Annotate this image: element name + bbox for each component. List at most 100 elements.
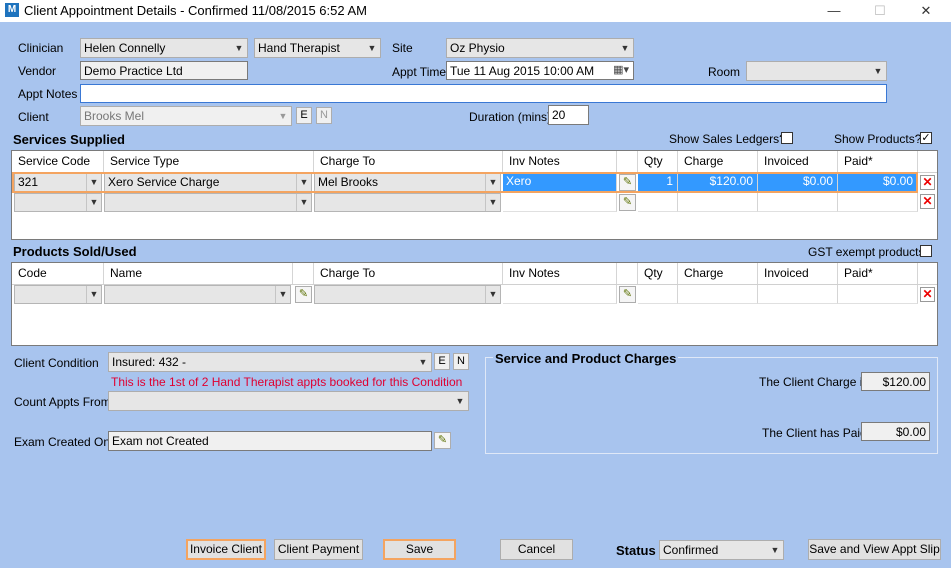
appt-time-value: Tue 11 Aug 2015 10:00 AM xyxy=(450,64,595,78)
clinician-value: Helen Connelly xyxy=(84,41,166,55)
chevron-down-icon: ▼ xyxy=(485,286,500,303)
delete-row-icon[interactable]: ✕ xyxy=(920,175,935,190)
maximize-button[interactable]: ☐ xyxy=(857,0,903,22)
chevron-down-icon: ▼ xyxy=(275,286,290,303)
paid-cell xyxy=(838,193,918,212)
delete-row-icon[interactable]: ✕ xyxy=(920,287,935,302)
column-header: Qty xyxy=(638,263,678,284)
vendor-field: Demo Practice Ltd xyxy=(80,61,248,80)
column-header: Charge xyxy=(678,151,758,172)
service-code-select[interactable]: ▼ xyxy=(14,193,102,212)
products-grid: Code Name Charge To Inv Notes Qty Charge… xyxy=(11,262,938,346)
client-payment-button[interactable]: Client Payment xyxy=(274,539,363,560)
pencil-icon[interactable]: ✎ xyxy=(434,432,451,449)
column-header xyxy=(617,263,638,284)
condition-warning: This is the 1st of 2 Hand Therapist appt… xyxy=(111,375,463,389)
column-header: Name xyxy=(104,263,293,284)
room-label: Room xyxy=(708,65,741,79)
product-charge-to-select[interactable]: ▼ xyxy=(314,285,501,304)
appt-time-picker[interactable]: Tue 11 Aug 2015 10:00 AM ▦▾ xyxy=(446,61,634,80)
product-invoiced-cell xyxy=(758,285,838,304)
delete-row-icon[interactable]: ✕ xyxy=(920,194,935,209)
charge-cell[interactable] xyxy=(678,193,758,212)
client-value: Brooks Mel xyxy=(84,109,145,123)
products-grid-header: Code Name Charge To Inv Notes Qty Charge… xyxy=(12,263,937,285)
column-header: Invoiced xyxy=(758,263,838,284)
column-header: Charge To xyxy=(314,263,503,284)
charges-title: Service and Product Charges xyxy=(493,351,679,366)
product-name-select[interactable]: ▼ xyxy=(104,285,291,304)
count-appts-label: Count Appts From xyxy=(14,395,111,409)
chevron-down-icon: ▼ xyxy=(418,357,428,367)
therapist-type-value: Hand Therapist xyxy=(258,41,340,55)
column-header: Qty xyxy=(638,151,678,172)
inv-notes-cell[interactable] xyxy=(503,193,617,212)
chevron-down-icon: ▼ xyxy=(86,194,101,211)
cancel-button[interactable]: Cancel xyxy=(500,539,573,560)
invoice-client-button[interactable]: Invoice Client xyxy=(186,539,266,560)
appt-notes-input[interactable] xyxy=(80,84,887,103)
clinician-select[interactable]: Helen Connelly ▼ xyxy=(80,38,248,58)
client-edit-button[interactable]: E xyxy=(296,107,312,124)
product-paid-cell xyxy=(838,285,918,304)
clinician-label: Clinician xyxy=(18,41,64,55)
status-select[interactable]: Confirmed ▼ xyxy=(659,540,784,560)
column-header: Charge To xyxy=(314,151,503,172)
product-qty-cell[interactable] xyxy=(638,285,678,304)
column-header: Service Code xyxy=(12,151,104,172)
client-charge-value: $120.00 xyxy=(861,372,930,391)
site-value: Oz Physio xyxy=(450,41,505,55)
count-appts-select[interactable]: ▼ xyxy=(108,391,469,411)
column-header: Inv Notes xyxy=(503,151,617,172)
site-label: Site xyxy=(392,41,413,55)
show-sales-ledgers-checkbox[interactable] xyxy=(781,132,793,144)
close-button[interactable]: ✕ xyxy=(903,0,949,22)
chevron-down-icon: ▼ xyxy=(770,545,780,555)
client-new-button[interactable]: N xyxy=(316,107,332,124)
chevron-down-icon: ▼ xyxy=(278,111,288,121)
column-header xyxy=(617,151,638,172)
vendor-label: Vendor xyxy=(18,64,57,78)
chevron-down-icon: ▼ xyxy=(86,286,101,303)
service-type-select[interactable]: ▼ xyxy=(104,193,312,212)
client-select[interactable]: Brooks Mel ▼ xyxy=(80,106,292,126)
minimize-button[interactable]: — xyxy=(811,0,857,22)
chevron-down-icon: ▼ xyxy=(234,43,244,53)
services-grid-header: Service Code Service Type Charge To Inv … xyxy=(12,151,937,173)
column-header: Code xyxy=(12,263,104,284)
pencil-icon[interactable]: ✎ xyxy=(619,286,636,303)
window-title: Client Appointment Details - Confirmed 1… xyxy=(24,3,368,18)
column-header: Inv Notes xyxy=(503,263,617,284)
product-charge-cell[interactable] xyxy=(678,285,758,304)
column-header: Paid* xyxy=(838,151,918,172)
charge-to-select[interactable]: ▼ xyxy=(314,193,501,212)
services-title: Services Supplied xyxy=(13,132,125,147)
duration-input[interactable]: 20 xyxy=(548,105,589,125)
gst-exempt-label: GST exempt products xyxy=(808,245,925,259)
condition-new-button[interactable]: N xyxy=(453,353,469,370)
chevron-down-icon: ▼ xyxy=(455,396,465,406)
column-header xyxy=(293,263,314,284)
column-header: Charge xyxy=(678,263,758,284)
calendar-icon[interactable]: ▦▾ xyxy=(613,63,629,76)
site-select[interactable]: Oz Physio ▼ xyxy=(446,38,634,58)
pencil-icon[interactable]: ✎ xyxy=(619,194,636,211)
client-condition-select[interactable]: Insured: 432 - ▼ xyxy=(108,352,432,372)
gst-exempt-checkbox[interactable] xyxy=(920,245,932,257)
column-header: Paid* xyxy=(838,263,918,284)
selected-row-highlight xyxy=(12,172,918,193)
pencil-icon[interactable]: ✎ xyxy=(295,286,312,303)
product-inv-notes-cell[interactable] xyxy=(503,285,617,304)
room-select[interactable]: ▼ xyxy=(746,61,887,81)
product-code-select[interactable]: ▼ xyxy=(14,285,102,304)
save-button[interactable]: Save xyxy=(383,539,456,560)
chevron-down-icon: ▼ xyxy=(367,43,377,53)
client-condition-label: Client Condition xyxy=(14,356,99,370)
show-sales-ledgers-label: Show Sales Ledgers? xyxy=(669,132,786,146)
client-paid-value: $0.00 xyxy=(861,422,930,441)
save-view-appt-slip-button[interactable]: Save and View Appt Slip xyxy=(808,539,941,560)
show-products-checkbox[interactable]: ✓ xyxy=(920,132,932,144)
condition-edit-button[interactable]: E xyxy=(434,353,450,370)
therapist-type-select[interactable]: Hand Therapist ▼ xyxy=(254,38,381,58)
qty-cell[interactable] xyxy=(638,193,678,212)
